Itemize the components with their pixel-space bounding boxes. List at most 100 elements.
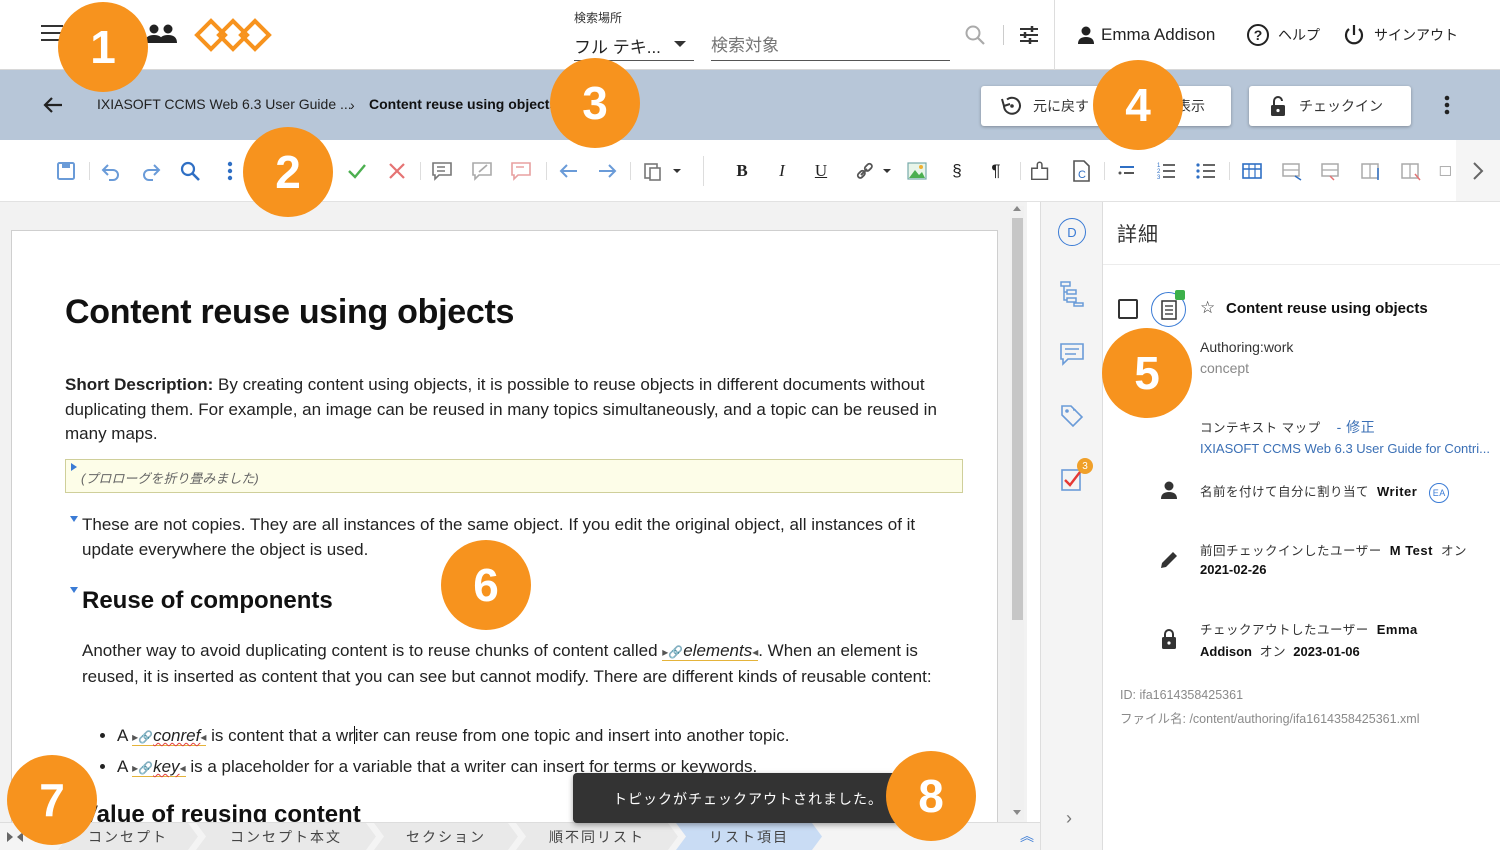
divider [89, 162, 90, 180]
chevron-down-icon [674, 41, 686, 47]
table-col-icon[interactable] [1359, 159, 1383, 183]
list-item[interactable]: A ▸🔗conref◂ is content that a writer can… [117, 721, 977, 752]
table-col-delete-icon[interactable] [1399, 159, 1423, 183]
last-checkin-label: 前回チェックインしたユーザー [1200, 544, 1382, 558]
pilcrow-icon[interactable]: ¶ [984, 159, 1008, 183]
context-map-edit-link[interactable]: - 修正 [1337, 419, 1376, 435]
link-icon[interactable] [855, 159, 895, 183]
hierarchy-tab-icon[interactable] [1058, 279, 1086, 307]
table-extra-icon[interactable] [1439, 159, 1453, 183]
component-icon[interactable] [1029, 159, 1053, 183]
reject-icon[interactable] [385, 159, 409, 183]
document-page[interactable]: Content reuse using objects Short Descri… [11, 230, 998, 822]
scroll-down-arrow-icon[interactable] [1013, 810, 1021, 815]
callout-marker: 2 [243, 127, 333, 217]
scroll-up-arrow-icon[interactable] [1013, 206, 1021, 211]
star-icon[interactable]: ☆ [1200, 298, 1215, 318]
collapse-triangle-icon[interactable] [70, 516, 78, 522]
divider [1103, 264, 1500, 265]
last-checkin-on: オン [1440, 544, 1467, 558]
more-icon[interactable] [218, 159, 242, 183]
table-icon[interactable] [1240, 159, 1264, 183]
user-name: Emma Addison [1101, 25, 1216, 44]
comments-tab-icon[interactable] [1058, 340, 1086, 368]
find-icon[interactable] [178, 159, 202, 183]
signout-button[interactable]: サインアウト [1342, 22, 1458, 48]
unordered-list-icon[interactable] [1194, 159, 1218, 183]
assign-label[interactable]: 名前を付けて自分に割り当て [1200, 485, 1369, 499]
paragraph[interactable]: Another way to avoid duplicating content… [82, 639, 952, 689]
path-item-active[interactable]: リスト項目 [676, 823, 822, 850]
help-button[interactable]: ? ヘルプ [1246, 22, 1320, 48]
search-location-select[interactable]: フル テキ... [574, 28, 694, 61]
document-title[interactable]: Content reuse using objects [65, 293, 514, 332]
back-arrow-icon[interactable] [42, 94, 64, 116]
section-heading[interactable]: Value of reusing content [82, 801, 361, 822]
accept-icon[interactable] [345, 159, 369, 183]
collapse-triangle-icon[interactable] [70, 587, 78, 593]
next-icon[interactable] [595, 159, 619, 183]
table-row-after-icon[interactable] [1319, 159, 1343, 183]
italic-icon[interactable]: I [770, 159, 794, 183]
person-icon [1078, 26, 1094, 44]
filter-settings-icon[interactable] [1018, 24, 1040, 46]
context-map-link[interactable]: IXIASOFT CCMS Web 6.3 User Guide for Con… [1200, 441, 1490, 456]
details-tab[interactable]: D [1058, 218, 1086, 246]
table-row-icon[interactable] [1280, 159, 1304, 183]
section-heading[interactable]: Reuse of components [82, 587, 333, 615]
prolog-collapsed[interactable]: (プロローグを折り畳みました) [65, 459, 963, 493]
checkin-button[interactable]: チェックイン [1249, 86, 1411, 126]
ordered-list-icon[interactable]: 123 [1154, 159, 1178, 183]
image-icon[interactable] [905, 159, 929, 183]
conref-reference[interactable]: ▸🔗conref◂ [132, 726, 207, 746]
editor-area[interactable]: Content reuse using objects Short Descri… [0, 202, 1027, 822]
context-map-row: コンテキスト マップ - 修正 [1200, 417, 1375, 437]
chevron-right-icon: › [350, 97, 355, 113]
add-comment-icon[interactable] [431, 159, 455, 183]
path-item[interactable]: 順不同リスト [516, 823, 678, 850]
callout-marker: 1 [58, 2, 148, 92]
short-description[interactable]: Short Description: By creating content u… [65, 373, 965, 447]
edit-comment-icon[interactable] [471, 159, 495, 183]
section-icon[interactable]: § [945, 159, 969, 183]
svg-text:3: 3 [1157, 175, 1161, 181]
expand-up-icon[interactable]: ︽ [1020, 826, 1034, 846]
history-icon [1001, 96, 1021, 115]
signout-label: サインアウト [1374, 27, 1458, 43]
list-insert-icon[interactable] [1115, 159, 1139, 183]
users-icon[interactable] [144, 22, 178, 46]
element-reference[interactable]: ▸🔗elements◂ [662, 641, 759, 661]
redo-icon[interactable] [139, 159, 163, 183]
editor-toolbar: B I U § ¶ C 123 [0, 140, 1458, 202]
prev-icon[interactable] [557, 159, 581, 183]
checkout-user-last: Addison [1200, 644, 1252, 659]
assign-row: 名前を付けて自分に割り当て Writer EA [1200, 481, 1450, 503]
expand-panel-icon[interactable]: › [1066, 808, 1072, 829]
breadcrumb-parent[interactable]: IXIASOFT CCMS Web 6.3 User Guide ... [97, 96, 352, 112]
path-item[interactable]: セクション [374, 823, 518, 850]
topic-type: concept [1200, 360, 1250, 376]
underline-icon[interactable]: U [809, 159, 833, 183]
editor-scroll-thumb[interactable] [1012, 218, 1023, 620]
search-input[interactable] [711, 28, 950, 61]
conref-icon[interactable]: C [1069, 159, 1093, 183]
toolbar-overflow-button[interactable] [1456, 140, 1500, 202]
avatar: EA [1429, 482, 1450, 503]
save-icon[interactable] [54, 159, 78, 183]
path-item[interactable]: コンセプト本文 [196, 823, 376, 850]
topic-title[interactable]: Content reuse using objects [1226, 300, 1428, 317]
expand-triangle-icon[interactable] [71, 463, 77, 471]
tags-tab-icon[interactable] [1058, 402, 1086, 430]
paste-icon[interactable] [641, 159, 685, 183]
divider [703, 156, 704, 186]
reply-comment-icon[interactable] [510, 159, 534, 183]
bold-icon[interactable]: B [730, 159, 754, 183]
callout-marker: 6 [441, 540, 531, 630]
user-menu-button[interactable]: Emma Addison [1075, 22, 1215, 48]
search-icon[interactable] [964, 24, 986, 46]
key-reference[interactable]: ▸🔗key◂ [132, 757, 186, 777]
select-checkbox[interactable] [1118, 299, 1138, 319]
help-icon: ? [1247, 24, 1269, 46]
more-vert-icon[interactable] [1438, 94, 1456, 116]
undo-icon[interactable] [99, 159, 123, 183]
